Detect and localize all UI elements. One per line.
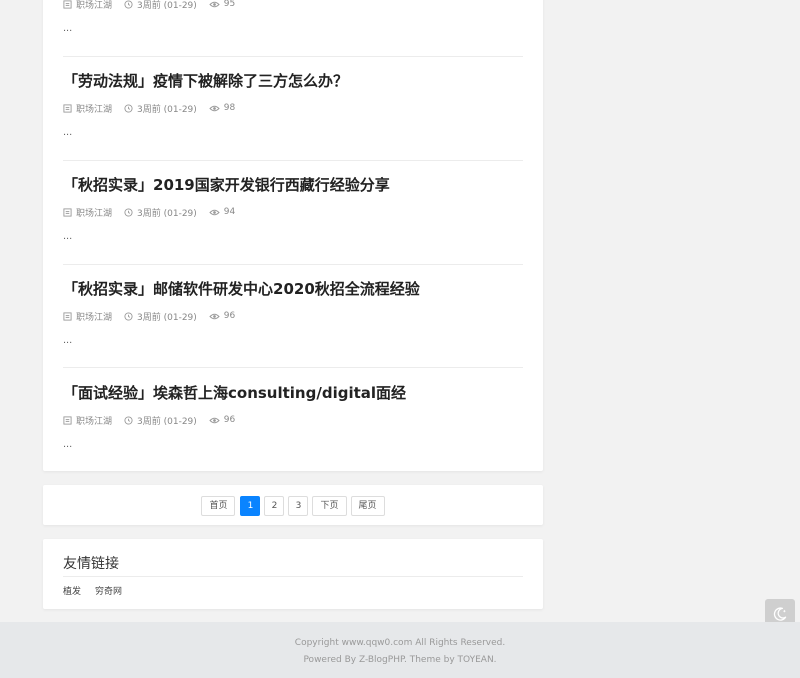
friend-links-list: 植发 穷奇网 [63, 584, 136, 597]
pagination: 首页 1 2 3 下页 尾页 [43, 496, 543, 516]
meta-time: 3周前 (01-29) [124, 414, 197, 427]
category-icon [63, 103, 72, 113]
meta-category-label: 职场江湖 [76, 208, 113, 219]
friend-link[interactable]: 穷奇网 [95, 584, 122, 597]
meta-time-label: 3周前 (01-29) [137, 104, 197, 115]
post-item: 职场江湖 3周前 (01-29) 95 ... [63, 0, 523, 37]
category-icon [63, 415, 72, 425]
meta-views-label: 98 [223, 103, 236, 113]
post-meta: 职场江湖 3周前 (01-29) 94 [63, 205, 247, 219]
friend-links-card: 友情链接 植发 穷奇网 [43, 539, 543, 609]
category-icon [63, 0, 72, 9]
post-excerpt: ... [63, 126, 73, 138]
meta-views: 94 [209, 207, 235, 217]
post-divider [63, 56, 523, 57]
meta-time-label: 3周前 (01-29) [137, 0, 197, 11]
post-title[interactable]: 「面试经验」埃森哲上海consulting/digital面经 [63, 383, 406, 403]
page-button-3[interactable]: 3 [288, 496, 309, 516]
meta-category-label: 职场江湖 [76, 0, 113, 11]
friend-links-title: 友情链接 [63, 556, 119, 572]
pagination-card: 首页 1 2 3 下页 尾页 [43, 485, 543, 525]
site-footer: Copyright www.qqw0.com All Rights Reserv… [0, 622, 800, 678]
meta-category-label: 职场江湖 [76, 104, 113, 115]
clock-icon [124, 415, 133, 425]
page-button-1[interactable]: 1 [240, 496, 261, 516]
meta-time: 3周前 (01-29) [124, 102, 197, 115]
eye-icon [209, 313, 220, 319]
meta-views-label: 96 [223, 311, 236, 321]
post-title[interactable]: 「秋招实录」2019国家开发银行西藏行经验分享 [63, 175, 390, 195]
meta-category[interactable]: 职场江湖 [63, 102, 112, 115]
meta-category-label: 职场江湖 [76, 312, 113, 323]
next-page-button[interactable]: 下页 [312, 496, 347, 516]
meta-time: 3周前 (01-29) [124, 310, 197, 323]
post-meta: 职场江湖 3周前 (01-29) 96 [63, 413, 247, 427]
meta-views: 96 [209, 311, 235, 321]
post-title[interactable]: 「秋招实录」邮储软件研发中心2020秋招全流程经验 [63, 279, 420, 299]
post-divider [63, 160, 523, 161]
meta-views-label: 94 [223, 207, 236, 217]
footer-powered-by: Powered By Z-BlogPHP. Theme by TOYEAN. [303, 655, 497, 665]
meta-views: 98 [209, 103, 235, 113]
meta-views-label: 96 [223, 415, 236, 425]
page: 职场江湖 3周前 (01-29) 95 ... 「劳动法规」疫情下被解除了三方怎… [0, 0, 800, 678]
eye-icon [209, 209, 220, 215]
meta-time-label: 3周前 (01-29) [137, 208, 197, 219]
friend-link[interactable]: 植发 [63, 584, 81, 597]
meta-time: 3周前 (01-29) [124, 206, 197, 219]
meta-category[interactable]: 职场江湖 [63, 0, 112, 11]
post-item: 「面试经验」埃森哲上海consulting/digital面经 职场江湖 3周前… [63, 383, 523, 453]
page-button-2[interactable]: 2 [264, 496, 285, 516]
friend-links-divider [63, 576, 523, 577]
clock-icon [124, 103, 133, 113]
eye-icon [209, 417, 220, 423]
meta-views: 96 [209, 415, 235, 425]
post-item: 「秋招实录」邮储软件研发中心2020秋招全流程经验 职场江湖 3周前 (01-2… [63, 279, 523, 349]
meta-category[interactable]: 职场江湖 [63, 414, 112, 427]
post-excerpt: ... [63, 230, 73, 242]
post-item: 「秋招实录」2019国家开发银行西藏行经验分享 职场江湖 3周前 (01-29)… [63, 175, 523, 245]
post-list-card: 职场江湖 3周前 (01-29) 95 ... 「劳动法规」疫情下被解除了三方怎… [43, 0, 543, 471]
eye-icon [209, 1, 220, 7]
meta-category[interactable]: 职场江湖 [63, 310, 112, 323]
post-divider [63, 264, 523, 265]
last-page-button[interactable]: 尾页 [350, 496, 385, 516]
post-meta: 职场江湖 3周前 (01-29) 95 [63, 0, 247, 11]
clock-icon [124, 311, 133, 321]
footer-copyright: Copyright www.qqw0.com All Rights Reserv… [294, 638, 506, 648]
moon-icon [773, 607, 787, 621]
meta-time-label: 3周前 (01-29) [137, 416, 197, 427]
meta-views-label: 95 [223, 0, 236, 9]
meta-time: 3周前 (01-29) [124, 0, 197, 11]
post-meta: 职场江湖 3周前 (01-29) 96 [63, 309, 247, 323]
first-page-button[interactable]: 首页 [201, 496, 236, 516]
post-item: 「劳动法规」疫情下被解除了三方怎么办？ 职场江湖 3周前 (01-29) 98 … [63, 71, 523, 141]
post-excerpt: ... [63, 334, 73, 346]
meta-category-label: 职场江湖 [76, 416, 113, 427]
clock-icon [124, 0, 133, 9]
meta-category[interactable]: 职场江湖 [63, 206, 112, 219]
post-title[interactable]: 「劳动法规」疫情下被解除了三方怎么办？ [63, 71, 348, 91]
category-icon [63, 311, 72, 321]
post-excerpt: ... [63, 22, 73, 34]
eye-icon [209, 105, 220, 111]
clock-icon [124, 207, 133, 217]
category-icon [63, 207, 72, 217]
meta-time-label: 3周前 (01-29) [137, 312, 197, 323]
post-divider [63, 367, 523, 368]
meta-views: 95 [209, 0, 235, 9]
post-meta: 职场江湖 3周前 (01-29) 98 [63, 101, 247, 115]
post-excerpt: ... [63, 438, 73, 450]
